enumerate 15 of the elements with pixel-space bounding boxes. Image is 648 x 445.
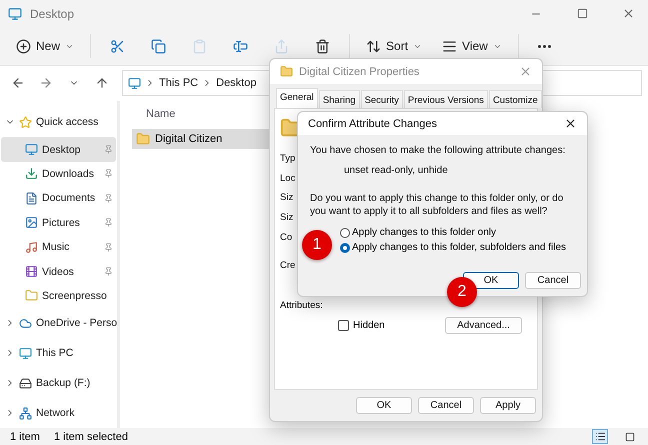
changes-text: unset read-only, unhide xyxy=(343,164,449,177)
dialog-title: Digital Citizen Properties xyxy=(299,66,420,78)
field-label: Loc xyxy=(280,172,296,186)
message-text: You have chosen to make the following attribute changes: xyxy=(310,144,566,157)
status-text: 1 item selected xyxy=(54,430,128,443)
field-label: Cre xyxy=(280,260,296,274)
field-label: Typ xyxy=(280,153,296,166)
field-label: Siz xyxy=(280,212,294,226)
question-text: Do you want to apply this change to this folder only, or do you want to apply it to all subfolders and files as well? xyxy=(310,192,564,218)
status-text: 1 item xyxy=(10,430,40,443)
field-label: Siz xyxy=(280,192,294,206)
dialog-title: Confirm Attribute Changes xyxy=(308,118,438,130)
window-title: Desktop xyxy=(30,6,76,21)
field-label: Attributes: xyxy=(280,300,324,311)
field-label: Co xyxy=(280,232,292,245)
